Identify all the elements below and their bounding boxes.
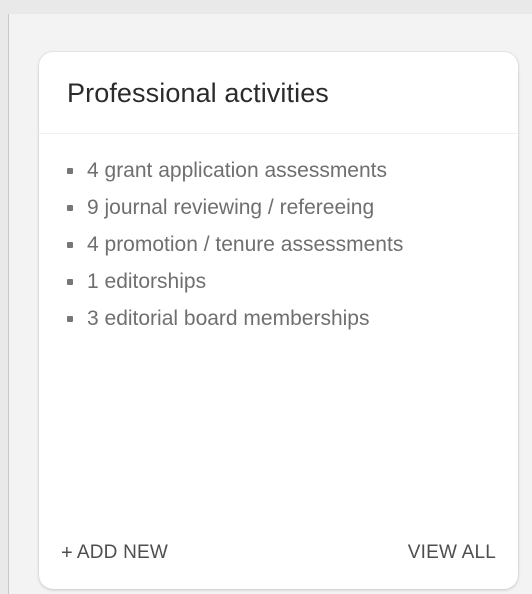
list-item: 9 journal reviewing / refereeing — [67, 189, 518, 226]
list-item: 3 editorial board memberships — [67, 300, 518, 337]
list-item: 4 promotion / tenure assessments — [67, 226, 518, 263]
card-footer: + ADD NEW VIEW ALL — [61, 542, 496, 564]
card-title: Professional activities — [67, 78, 329, 108]
activity-text: 3 editorial board memberships — [87, 306, 370, 330]
list-item: 4 grant application assessments — [67, 152, 518, 189]
bullet-icon — [67, 278, 73, 285]
view-all-button[interactable]: VIEW ALL — [408, 542, 496, 564]
plus-icon: + — [61, 542, 73, 564]
bullet-icon — [67, 167, 73, 174]
add-new-button[interactable]: + ADD NEW — [61, 542, 168, 564]
list-item: 1 editorships — [67, 263, 518, 300]
bullet-icon — [67, 315, 73, 322]
card-header: Professional activities — [39, 52, 518, 134]
panel-frame: Professional activities 4 grant applicat… — [8, 14, 532, 594]
activity-text: 1 editorships — [87, 269, 207, 293]
add-new-label: ADD NEW — [76, 542, 169, 563]
activity-list: 4 grant application assessments 9 journa… — [39, 134, 518, 337]
activity-text: 4 promotion / tenure assessments — [87, 232, 404, 256]
professional-activities-card: Professional activities 4 grant applicat… — [39, 52, 518, 589]
activity-text: 9 journal reviewing / refereeing — [87, 195, 375, 219]
activity-text: 4 grant application assessments — [87, 158, 387, 182]
view-all-label: VIEW ALL — [407, 542, 496, 563]
bullet-icon — [67, 204, 73, 211]
bullet-icon — [67, 241, 73, 248]
